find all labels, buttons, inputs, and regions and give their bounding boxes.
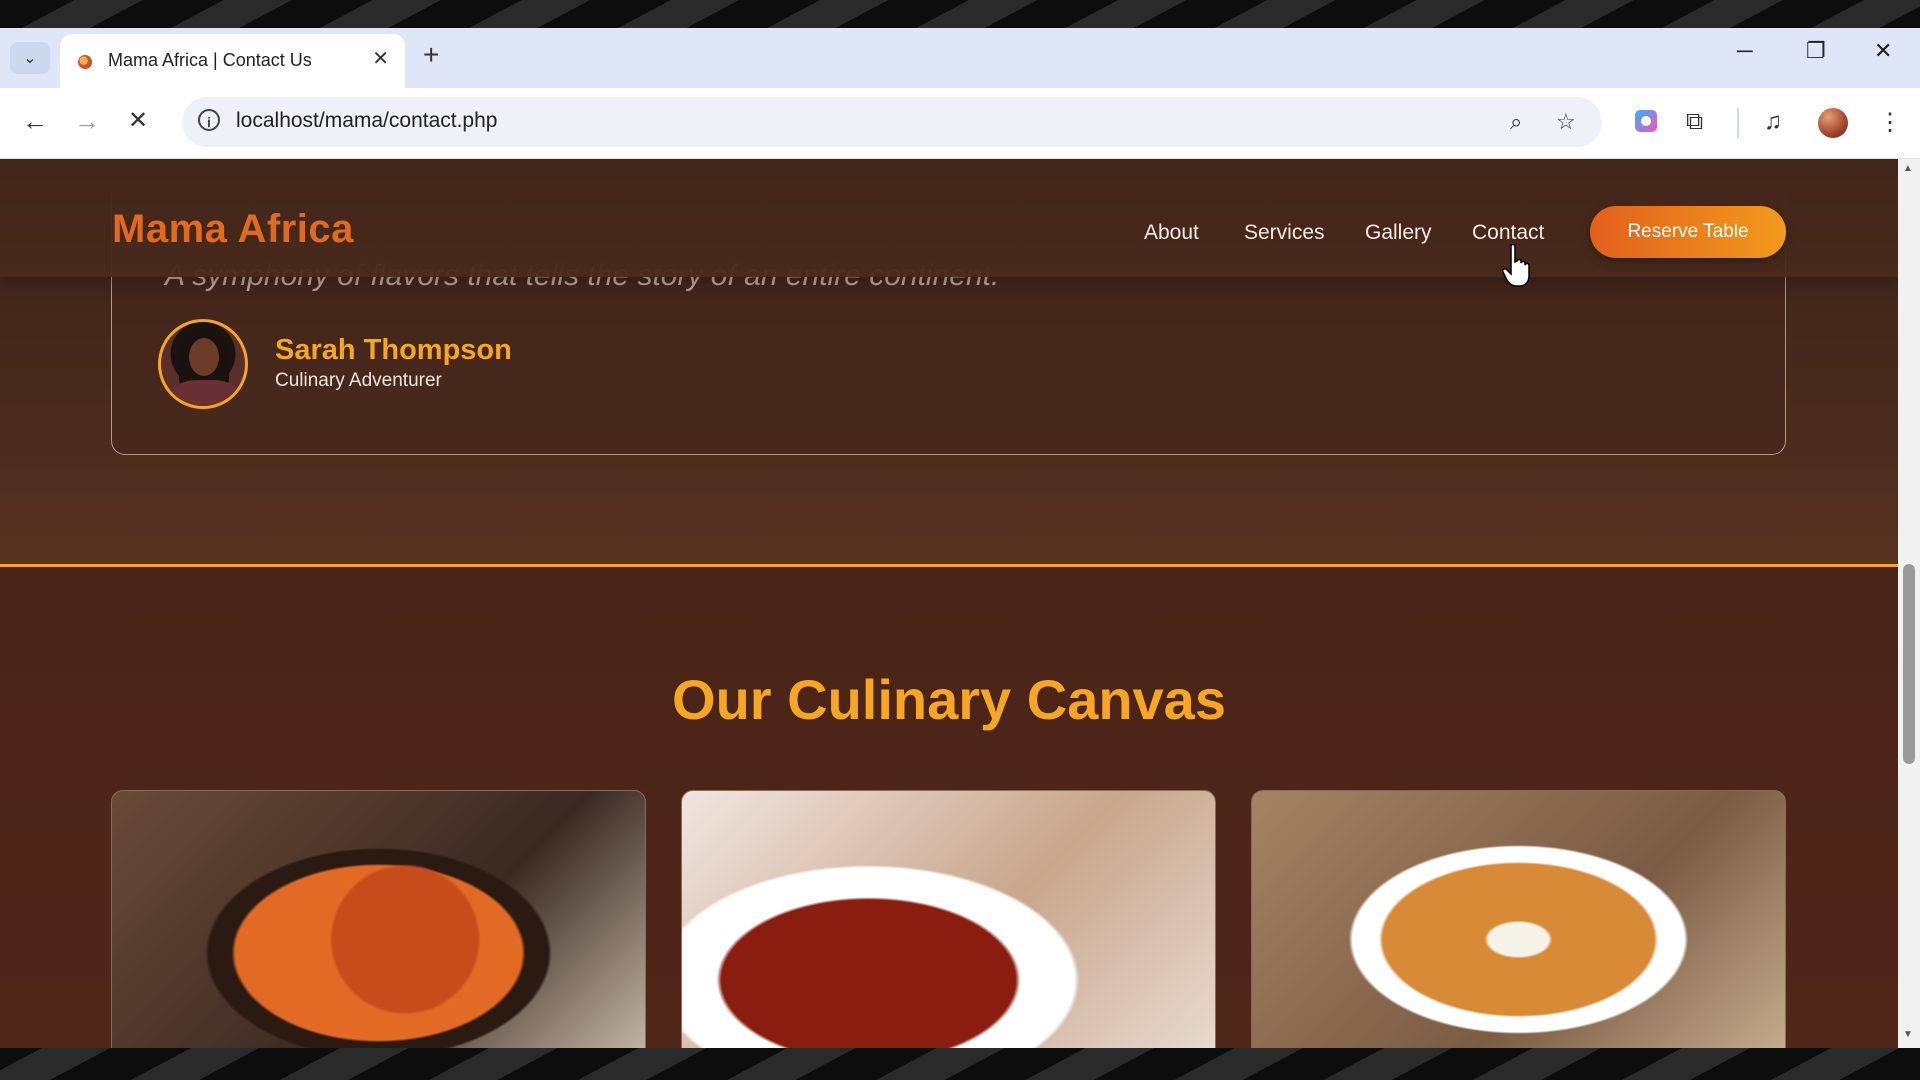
site-info-icon[interactable]: i [198,109,220,131]
new-tab-button[interactable]: + [423,40,439,70]
chevron-down-icon: ⌄ [23,50,37,67]
url-text[interactable]: localhost/mama/contact.php [236,109,497,133]
extension-color-picker-icon[interactable] [1635,110,1657,132]
testimonial-name: Sarah Thompson [275,334,512,366]
tab-list-button[interactable]: ⌄ [10,42,50,74]
gallery-image-soup[interactable] [681,790,1216,1048]
tab-title: Mama Africa | Contact Us [108,50,312,70]
profile-avatar[interactable] [1818,108,1848,138]
page-scrollbar[interactable]: ▲ ▼ [1898,159,1920,1048]
zoom-icon[interactable]: ⌕ [1510,109,1522,135]
scroll-down-arrow-icon[interactable]: ▼ [1903,1029,1913,1040]
tab-strip: ⌄ Mama Africa | Contact Us ✕ + ─ ❐ ✕ [0,28,1920,88]
forward-button[interactable]: → [74,106,100,137]
hand-cursor-icon [1502,244,1530,287]
page-viewport: A symphony of flavors that tells the sto… [0,159,1898,1048]
nav-contact[interactable]: Contact [1472,221,1544,245]
site-header: Mama Africa About Services Gallery Conta… [0,159,1898,287]
testimonial-avatar [158,319,248,409]
tab-close-button[interactable]: ✕ [372,46,389,71]
extensions-puzzle-icon[interactable]: ⧉ [1686,108,1703,136]
nav-gallery[interactable]: Gallery [1365,221,1432,245]
nav-about[interactable]: About [1144,221,1199,245]
testimonial-role: Culinary Adventurer [275,370,442,391]
gallery-image-stew[interactable] [111,790,646,1048]
media-control-icon[interactable]: ♫ [1764,108,1782,136]
avatar-body [169,380,241,406]
gallery-image-curry[interactable] [1251,790,1786,1048]
bookmark-star-icon[interactable]: ☆ [1556,109,1576,135]
reserve-table-button[interactable]: Reserve Table [1590,206,1786,258]
menu-kebab-icon[interactable]: ⋮ [1878,108,1902,137]
scroll-up-arrow-icon[interactable]: ▲ [1903,163,1913,174]
address-bar[interactable]: i localhost/mama/contact.php ⌕ ☆ [182,97,1602,147]
browser-toolbar: ← → ✕ i localhost/mama/contact.php ⌕ ☆ ⧉… [0,88,1920,159]
favicon-icon [78,55,92,69]
stop-loading-button[interactable]: ✕ [128,106,148,135]
toolbar-separator [1737,108,1739,138]
minimize-button[interactable]: ─ [1737,38,1753,64]
gallery-section: Our Culinary Canvas [0,567,1898,1048]
avatar-face [189,338,219,376]
close-window-button[interactable]: ✕ [1874,38,1892,64]
gallery-title: Our Culinary Canvas [672,668,1226,731]
browser-window: ⌄ Mama Africa | Contact Us ✕ + ─ ❐ ✕ ← →… [0,28,1920,1048]
restore-button[interactable]: ❐ [1806,38,1826,64]
brand-logo[interactable]: Mama Africa [112,207,354,252]
nav-services[interactable]: Services [1244,221,1325,245]
back-button[interactable]: ← [22,106,48,137]
tab-active[interactable]: Mama Africa | Contact Us ✕ [60,34,405,88]
scrollbar-thumb[interactable] [1903,564,1915,764]
